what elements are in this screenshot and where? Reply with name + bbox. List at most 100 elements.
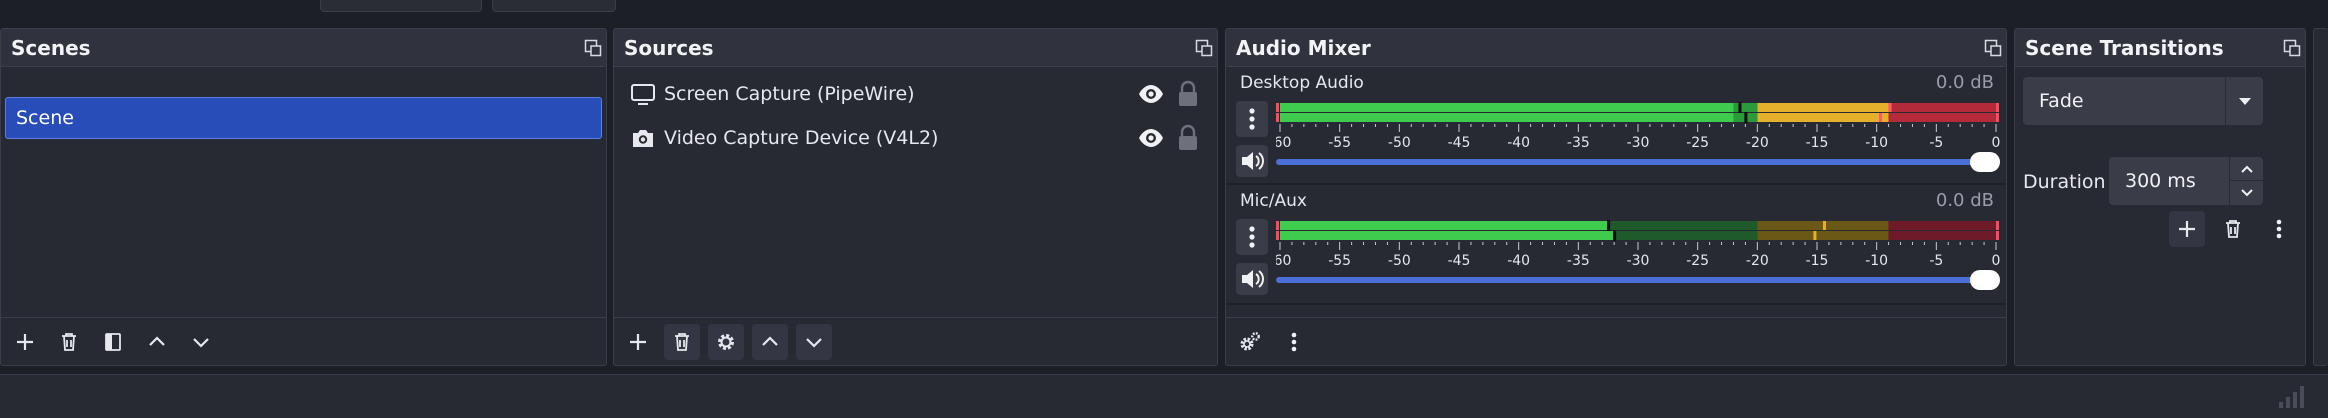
clip-indicator [1276,103,1279,112]
filter-icon [105,332,121,351]
scale-label: -60 [1276,135,1291,151]
lock-icon[interactable] [1175,124,1201,152]
channel-db-readout: 0.0 dB [1935,72,1994,93]
mixer-toolbar [1226,317,2006,365]
chevron-up-icon [2240,165,2253,173]
scale-label: -20 [1746,135,1769,151]
mute-button[interactable] [1236,263,1268,295]
sources-dock-header: Sources [614,29,1217,67]
duration-decrement-button[interactable] [2229,181,2263,205]
scale-label: -5 [1929,135,1943,151]
plus-icon [2179,221,2195,237]
source-list-item[interactable]: Video Capture Device (V4L2) [614,116,1217,160]
monitor-icon [631,84,655,105]
volume-slider[interactable] [1276,277,1994,283]
lock-icon[interactable] [1175,80,1201,108]
chevron-down-icon [806,337,822,348]
transition-select-value: Fade [2039,90,2084,112]
add-transition-button[interactable] [2169,211,2205,247]
clip-indicator [1996,103,1999,112]
transition-select[interactable]: Fade [2023,77,2263,125]
volume-meter: -60-55-50-45-40-35-30-25-20-15-10-50 [1276,102,2000,151]
scale-label: -45 [1448,135,1471,151]
volume-slider-handle[interactable] [1970,270,2000,290]
eye-icon[interactable] [1137,124,1165,152]
scale-label: -15 [1806,135,1829,151]
move-scene-up-button[interactable] [139,324,175,360]
scale-label: -55 [1328,253,1351,269]
duration-spinbox[interactable]: 300 ms [2109,157,2263,205]
mixer-channel-mic-aux: Mic/Aux 0.0 dB -60-55-50-45-40-35-30-25-… [1226,185,2006,303]
channel-menu-button[interactable] [1236,101,1268,137]
trash-icon [62,332,76,351]
meter-level [1280,103,1740,112]
scale-label: -45 [1448,253,1471,269]
audio-mixer-dock-title: Audio Mixer [1236,35,1371,60]
top-toolbar-button[interactable] [320,0,482,12]
scale-label: -40 [1507,253,1530,269]
clip-indicator [1276,221,1279,230]
peak-marker [1822,221,1826,230]
clip-indicator [1996,231,1999,240]
source-properties-button[interactable] [708,323,744,360]
add-scene-button[interactable] [7,324,43,360]
scene-list-item[interactable]: Scene [5,97,602,139]
partial-dock [2313,28,2328,366]
move-source-down-button[interactable] [796,323,832,360]
meter-bg-red [1888,231,1996,240]
scene-filters-button[interactable] [95,324,131,360]
scale-label: -10 [1865,253,1888,269]
scale-label: -35 [1567,135,1590,151]
mixer-channel-desktop-audio: Desktop Audio 0.0 dB -60-55-50-45-40-35-… [1226,67,2006,185]
mixer-menu-button[interactable] [1276,324,1312,360]
source-list-item[interactable]: Screen Capture (PipeWire) [614,72,1217,116]
scenes-dock-title: Scenes [11,35,91,60]
scale-label: -20 [1746,253,1769,269]
clip-indicator [1996,113,1999,122]
undock-icon[interactable] [1195,39,1213,57]
add-source-button[interactable] [620,324,656,360]
move-scene-down-button[interactable] [183,324,219,360]
scene-transitions-dock-header: Scene Transitions [2015,29,2305,67]
remove-transition-button[interactable] [2215,211,2251,247]
scenes-toolbar [1,317,606,365]
duration-increment-button[interactable] [2229,157,2263,181]
trash-icon [2226,220,2240,238]
undock-icon[interactable] [584,39,602,57]
scene-item-label: Scene [16,107,74,129]
camera-icon [633,130,653,147]
volume-slider[interactable] [1276,159,1994,165]
move-source-up-button[interactable] [752,323,788,360]
dropdown-arrow[interactable] [2225,77,2263,125]
advanced-audio-properties-button[interactable] [1232,324,1268,360]
scale-label: -10 [1865,135,1888,151]
scale-label: -30 [1627,253,1650,269]
gear-icon [718,333,734,350]
sources-dock-title: Sources [624,35,714,60]
meter-level-red [1888,103,1996,112]
kebab-icon [1291,332,1297,351]
eye-icon[interactable] [1137,80,1165,108]
plus-icon [630,333,646,350]
level-marker [1744,112,1748,123]
top-toolbar-button[interactable] [492,0,616,12]
clip-indicator [1996,221,1999,230]
volume-slider-handle[interactable] [1970,152,2000,172]
scale-label: 0 [1992,253,2000,269]
channel-menu-button[interactable] [1236,219,1268,255]
transition-properties-button[interactable] [2261,211,2297,247]
remove-scene-button[interactable] [51,324,87,360]
undock-icon[interactable] [1984,39,2002,57]
mute-button[interactable] [1236,145,1268,177]
undock-icon[interactable] [2283,39,2301,57]
remove-source-button[interactable] [664,323,700,360]
audio-mixer-dock-header: Audio Mixer [1226,29,2006,67]
clip-indicator [1276,113,1279,122]
chevron-up-icon [149,335,165,346]
top-strip [0,0,2328,24]
meter-bg-red [1888,221,1996,230]
source-label: Video Capture Device (V4L2) [664,127,939,149]
peak-marker [1813,231,1817,240]
scale-label: -60 [1276,253,1291,269]
trash-icon [675,332,689,351]
